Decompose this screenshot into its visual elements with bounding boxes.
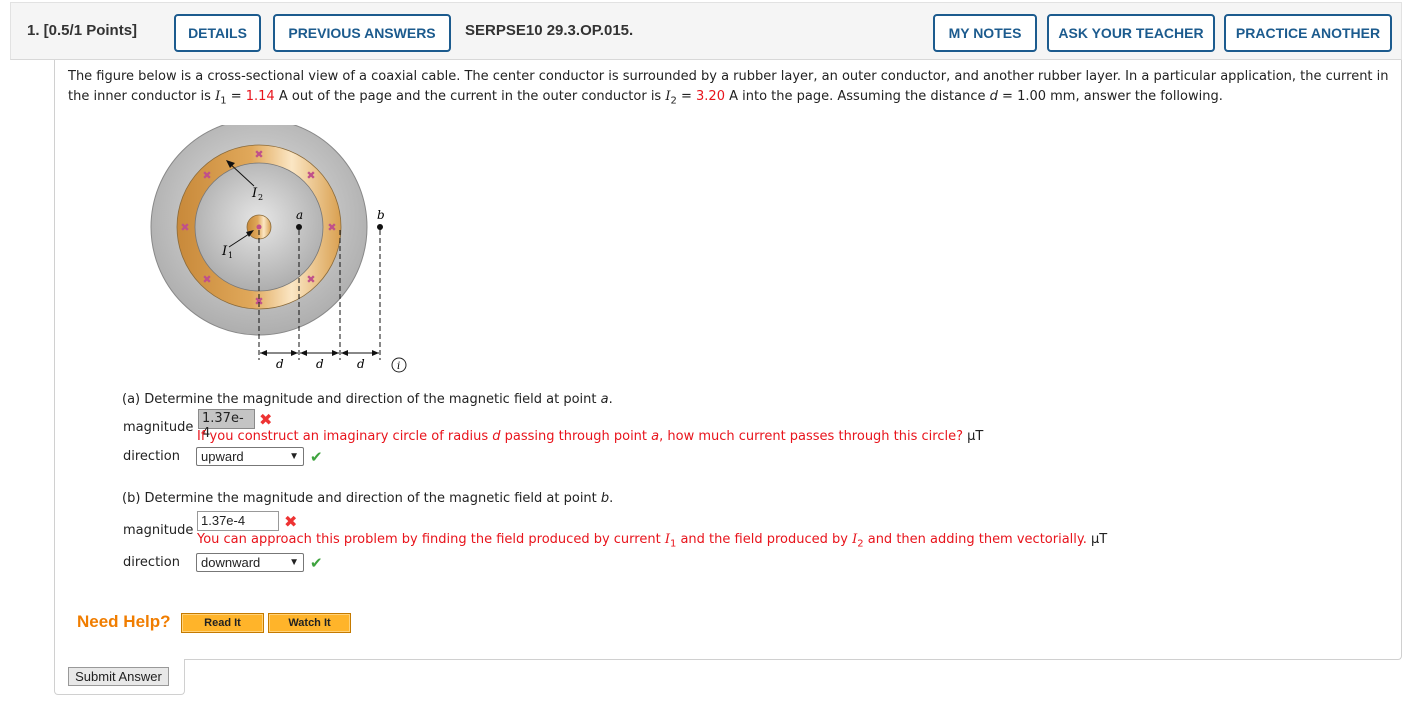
part-b-question-text: (b) Determine the magnitude and directio… xyxy=(122,491,601,506)
label-d: d xyxy=(357,357,365,371)
current-x-mark: ✖ xyxy=(180,221,189,234)
current-x-mark: ✖ xyxy=(202,169,211,182)
part-a-question-text: (a) Determine the magnitude and directio… xyxy=(122,392,601,407)
watch-it-button[interactable]: Watch It xyxy=(268,613,351,633)
details-button[interactable]: DETAILS xyxy=(174,14,261,52)
part-b-magnitude-label: magnitude xyxy=(123,523,194,538)
prompt-text: A into the page. Assuming the distance xyxy=(724,89,990,104)
practice-another-button[interactable]: PRACTICE ANOTHER xyxy=(1224,14,1392,52)
hint-text: If you construct an imaginary circle of … xyxy=(197,429,493,444)
label-i1-sub: 1 xyxy=(228,251,233,260)
label-d: d xyxy=(316,357,324,371)
current-x-mark: ✖ xyxy=(306,169,315,182)
current-x-mark: ✖ xyxy=(254,148,263,161)
current-x-mark: ✖ xyxy=(202,273,211,286)
submit-answer-button[interactable]: Submit Answer xyxy=(68,667,169,686)
question-prompt: The figure below is a cross-sectional vi… xyxy=(68,67,1393,112)
prompt-text: A out of the page and the current in the… xyxy=(274,89,666,104)
ask-your-teacher-button[interactable]: ASK YOUR TEACHER xyxy=(1047,14,1215,52)
current-x-mark: ✖ xyxy=(306,273,315,286)
label-i2-sub: 2 xyxy=(258,193,263,202)
need-help-label: Need Help? xyxy=(77,612,171,631)
hint-text: and the field produced by xyxy=(676,532,853,547)
previous-answers-button[interactable]: PREVIOUS ANSWERS xyxy=(273,14,451,52)
question-header: 1. [0.5/1 Points] DETAILS PREVIOUS ANSWE… xyxy=(10,2,1402,60)
read-it-button[interactable]: Read It xyxy=(181,613,264,633)
current-out-dot xyxy=(256,224,262,230)
part-a-magnitude-input[interactable]: 1.37e-4 xyxy=(198,409,255,441)
part-b-direction-label: direction xyxy=(123,555,180,570)
hint-text: , how much current passes through this c… xyxy=(659,429,964,444)
question-id: SERPSE10 29.3.OP.015. xyxy=(465,22,634,39)
correct-icon: ✔ xyxy=(310,554,323,572)
label-i2: I xyxy=(251,186,258,201)
equals: = xyxy=(676,89,697,104)
period: . xyxy=(609,491,614,506)
i1-value: 1.14 xyxy=(245,89,275,104)
i2-value: 3.20 xyxy=(696,89,725,104)
label-d: d xyxy=(276,357,284,371)
coaxial-cable-figure: ✖ ✖ ✖ ✖ ✖ ✖ ✖ ✖ I 2 I 1 a b d d d i xyxy=(150,125,407,373)
equals: = xyxy=(226,89,246,104)
current-x-mark: ✖ xyxy=(327,221,336,234)
part-b-magnitude-input[interactable]: 1.37e-4 xyxy=(197,511,279,531)
label-i1: I xyxy=(221,244,228,259)
chevron-down-icon: ▼ xyxy=(289,557,299,568)
part-a-direction-value: upward xyxy=(201,449,244,464)
hint-text: You can approach this problem by finding… xyxy=(197,532,665,547)
point-a xyxy=(296,224,302,230)
part-b-hint: You can approach this problem by finding… xyxy=(197,532,1107,550)
part-a-magnitude-label: magnitude xyxy=(123,420,194,435)
part-a-hint: If you construct an imaginary circle of … xyxy=(197,429,983,444)
incorrect-icon: ✖ xyxy=(259,410,273,429)
hint-text: and then adding them vectorially. xyxy=(863,532,1087,547)
my-notes-button[interactable]: MY NOTES xyxy=(933,14,1037,52)
point-b xyxy=(377,224,383,230)
prompt-text: = 1.00 mm, answer the following. xyxy=(997,89,1223,104)
part-a-direction-label: direction xyxy=(123,449,180,464)
correct-icon: ✔ xyxy=(310,448,323,466)
chevron-down-icon: ▼ xyxy=(289,451,299,462)
part-b-question: (b) Determine the magnitude and directio… xyxy=(122,491,613,506)
part-a-point: a xyxy=(600,392,609,407)
question-points: 1. [0.5/1 Points] xyxy=(27,22,138,39)
part-a-direction-select[interactable]: upward ▼ xyxy=(196,447,304,466)
d-symbol: d xyxy=(989,89,998,104)
label-b: b xyxy=(377,208,385,222)
hint-d: d xyxy=(492,429,501,444)
part-b-point: b xyxy=(600,491,610,506)
unit-label: μT xyxy=(963,429,984,444)
part-b-direction-value: downward xyxy=(201,555,261,570)
hint-text: passing through point xyxy=(500,429,652,444)
incorrect-icon: ✖ xyxy=(284,512,298,531)
part-b-direction-select[interactable]: downward ▼ xyxy=(196,553,304,572)
part-a-question: (a) Determine the magnitude and directio… xyxy=(122,392,613,407)
hint-a: a xyxy=(651,429,660,444)
unit-label: μT xyxy=(1086,532,1108,547)
info-icon-glyph[interactable]: i xyxy=(397,361,400,372)
period: . xyxy=(608,392,613,407)
label-a: a xyxy=(296,208,303,222)
